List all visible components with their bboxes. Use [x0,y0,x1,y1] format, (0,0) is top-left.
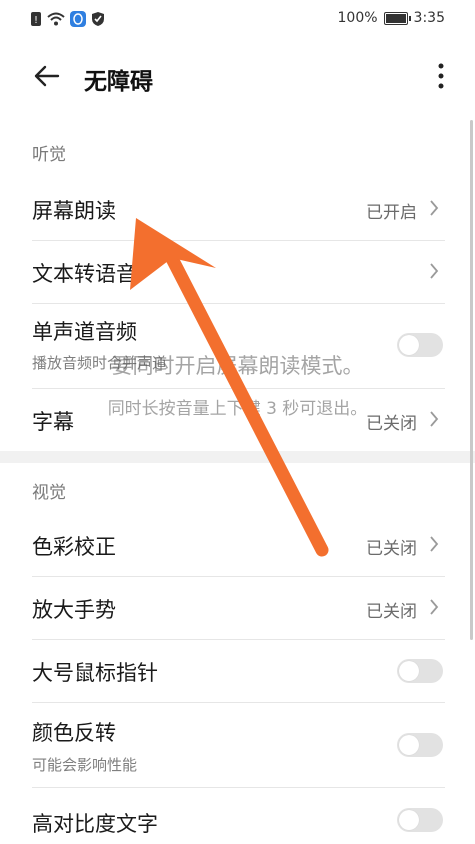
row-text-to-speech[interactable]: 文本转语音 [0,241,475,303]
arrow-left-icon[interactable] [30,60,62,92]
svg-text:!: ! [34,15,38,26]
row-title: 色彩校正 [32,535,116,559]
chevron-right-icon [430,599,439,615]
row-value: 已关闭 [366,602,417,622]
section-label-vision: 视觉 [32,483,66,503]
row-title: 大号鼠标指针 [32,661,158,685]
app-bar: 无障碍 [0,48,475,104]
large-pointer-toggle[interactable] [397,659,443,683]
page-title: 无障碍 [84,69,153,95]
row-large-pointer[interactable]: 大号鼠标指针 [0,640,475,702]
row-magnification[interactable]: 放大手势 已关闭 [0,577,475,639]
chevron-right-icon [430,200,439,216]
overlay-hint-line1: 要同时开启屏幕朗读模式。 [111,354,364,378]
row-title: 颜色反转 [32,721,116,745]
status-bar: ! 100% 3:35 [0,0,475,40]
battery-icon [383,11,411,25]
chevron-right-icon [430,263,439,279]
row-screen-reader[interactable]: 屏幕朗读 已开启 [0,178,475,240]
row-title: 屏幕朗读 [32,199,116,223]
overlay-hint-line2: 同时长按音量上下键 3 秒可退出。 [107,399,368,419]
row-value: 已开启 [366,203,417,223]
more-vertical-icon[interactable] [435,60,447,92]
shield-check-icon [92,12,104,26]
row-subtitle: 可能会影响性能 [32,756,138,774]
row-color-inversion[interactable]: 颜色反转 可能会影响性能 [0,703,475,787]
wifi-icon [47,12,65,26]
section-label-hearing: 听觉 [32,145,66,165]
status-icons: ! [30,11,105,27]
row-title: 放大手势 [32,598,116,622]
clock: 3:35 [413,10,445,26]
high-contrast-toggle[interactable] [397,808,443,832]
row-title: 单声道音频 [32,320,137,344]
row-title: 文本转语音 [32,262,137,286]
shield-blue-icon [70,11,86,27]
row-high-contrast-text[interactable]: 高对比度文字 [0,788,475,844]
color-inversion-toggle[interactable] [397,733,443,757]
section-separator [0,451,475,463]
row-title: 高对比度文字 [32,812,158,836]
data-saver-icon: ! [31,12,41,26]
row-color-correction[interactable]: 色彩校正 已关闭 [0,514,475,576]
scrollbar[interactable] [470,120,473,640]
row-value: 已关闭 [366,539,417,559]
battery-percent: 100% [337,10,378,26]
chevron-right-icon [430,536,439,552]
